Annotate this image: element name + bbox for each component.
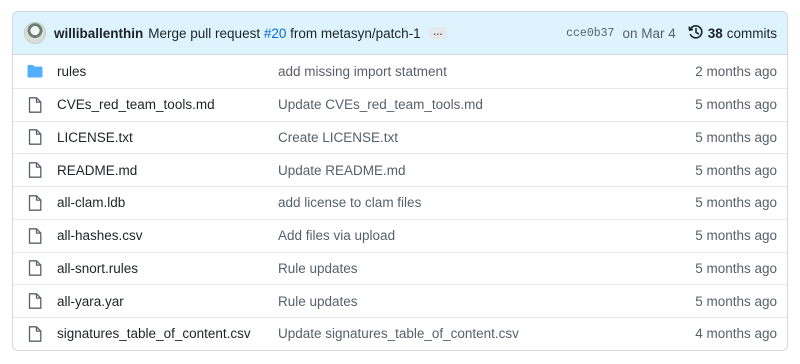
file-age: 5 months ago [695, 97, 777, 113]
commits-label: commits [726, 25, 777, 41]
history-icon [688, 24, 704, 43]
file-commit-message[interactable]: Rule updates [278, 294, 695, 309]
file-age: 5 months ago [695, 228, 777, 244]
commit-date: on Mar 4 [622, 25, 676, 41]
file-age: 5 months ago [695, 260, 777, 276]
latest-commit-bar: williballenthin Merge pull request #20 f… [13, 12, 787, 55]
commit-message-prefix[interactable]: Merge pull request [148, 26, 260, 41]
file-list: rules add missing import statment 2 months… [13, 55, 787, 350]
author-avatar[interactable] [24, 22, 46, 44]
file-row[interactable]: all-snort.rules Rule updates 5 months ago [13, 251, 787, 285]
file-name[interactable]: all-snort.rules [57, 261, 278, 276]
file-icon [27, 162, 43, 178]
folder-icon [27, 64, 43, 78]
file-commit-message[interactable]: Add files via upload [278, 228, 695, 243]
file-commit-message[interactable]: Update README.md [278, 163, 695, 178]
file-icon [27, 326, 43, 342]
file-name[interactable]: LICENSE.txt [57, 130, 278, 145]
file-name[interactable]: all-yara.yar [57, 294, 278, 309]
file-name[interactable]: all-clam.ldb [57, 195, 278, 210]
file-row[interactable]: CVEs_red_team_tools.md Update CVEs_red_te… [13, 87, 787, 121]
file-icon [27, 195, 43, 211]
file-name[interactable]: all-hashes.csv [57, 228, 278, 243]
file-row[interactable]: all-yara.yar Rule updates 5 months ago [13, 284, 787, 317]
file-age: 5 months ago [695, 293, 777, 309]
commit-author[interactable]: williballenthin [54, 26, 143, 41]
file-browser: williballenthin Merge pull request #20 f… [12, 11, 788, 351]
file-name[interactable]: signatures_table_of_content.csv [57, 326, 278, 341]
file-commit-message[interactable]: Update CVEs_red_team_tools.md [278, 97, 695, 112]
expand-message-button[interactable]: … [428, 27, 447, 39]
file-commit-message[interactable]: add missing import statment [278, 64, 695, 79]
commit-message-suffix[interactable]: from metasyn/patch-1 [290, 26, 421, 41]
file-name[interactable]: CVEs_red_team_tools.md [57, 97, 278, 112]
file-icon [27, 293, 43, 309]
file-row[interactable]: all-clam.ldb add license to clam files 5 m… [13, 186, 787, 219]
pr-link[interactable]: #20 [264, 26, 287, 41]
file-name[interactable]: README.md [57, 163, 278, 178]
file-row[interactable]: all-hashes.csv Add files via upload 5 mont… [13, 218, 787, 252]
file-row[interactable]: README.md Update README.md 5 months ago [13, 153, 787, 186]
file-row[interactable]: signatures_table_of_content.csv Update si… [13, 317, 787, 350]
commits-link[interactable]: 38 commits [688, 24, 777, 43]
commit-sha[interactable]: cce0b37 [566, 27, 614, 40]
file-icon [27, 129, 43, 146]
file-age: 5 months ago [695, 129, 777, 145]
file-commit-message[interactable]: Create LICENSE.txt [278, 130, 695, 145]
file-row[interactable]: LICENSE.txt Create LICENSE.txt 5 months ag… [13, 120, 787, 154]
file-commit-message[interactable]: Update signatures_table_of_content.csv [278, 326, 695, 341]
file-commit-message[interactable]: Rule updates [278, 261, 695, 276]
file-icon [27, 227, 43, 244]
file-icon [27, 96, 43, 113]
file-age: 5 months ago [695, 162, 777, 178]
file-name[interactable]: rules [57, 64, 278, 79]
file-row[interactable]: rules add missing import statment 2 months… [13, 55, 787, 88]
commit-count: 38 [707, 25, 723, 41]
file-age: 2 months ago [695, 63, 777, 79]
file-age: 4 months ago [695, 326, 777, 342]
commit-message: Merge pull request #20 from metasyn/patc… [148, 26, 420, 41]
file-age: 5 months ago [695, 195, 777, 211]
file-icon [27, 260, 43, 277]
file-commit-message[interactable]: add license to clam files [278, 195, 695, 210]
